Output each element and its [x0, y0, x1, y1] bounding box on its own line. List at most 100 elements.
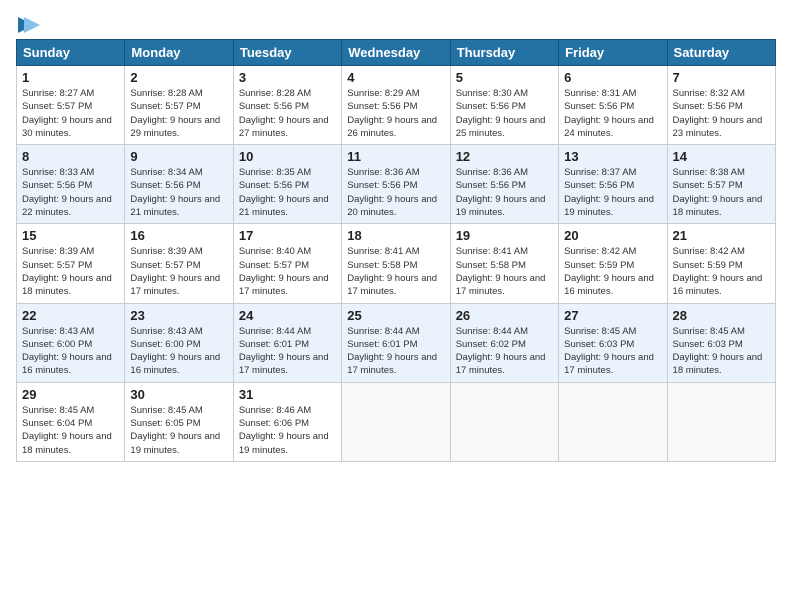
weekday-header-saturday: Saturday [667, 40, 775, 66]
calendar-cell: 1 Sunrise: 8:27 AMSunset: 5:57 PMDaylight… [17, 66, 125, 145]
calendar-cell: 7 Sunrise: 8:32 AMSunset: 5:56 PMDaylight… [667, 66, 775, 145]
header [16, 16, 776, 33]
calendar-cell: 25 Sunrise: 8:44 AMSunset: 6:01 PMDayligh… [342, 303, 450, 382]
day-detail: Sunrise: 8:43 AMSunset: 6:00 PMDaylight:… [130, 326, 220, 377]
calendar-cell: 6Sunrise: 8:31 AMSunset: 5:56 PMDaylight… [559, 66, 667, 145]
calendar-cell [450, 382, 558, 461]
day-detail: Sunrise: 8:35 AMSunset: 5:56 PMDaylight:… [239, 167, 329, 218]
day-detail: Sunrise: 8:33 AMSunset: 5:56 PMDaylight:… [22, 167, 112, 218]
day-number: 7 [673, 70, 770, 85]
calendar-cell: 12 Sunrise: 8:36 AMSunset: 5:56 PMDayligh… [450, 145, 558, 224]
day-number: 30 [130, 387, 227, 402]
calendar-week-row: 8 Sunrise: 8:33 AMSunset: 5:56 PMDaylight… [17, 145, 776, 224]
day-number: 25 [347, 308, 444, 323]
day-detail: Sunrise: 8:42 AMSunset: 5:59 PMDaylight:… [564, 246, 654, 297]
calendar-cell: 31 Sunrise: 8:46 AMSunset: 6:06 PMDayligh… [233, 382, 341, 461]
weekday-header-tuesday: Tuesday [233, 40, 341, 66]
calendar-cell: 23 Sunrise: 8:43 AMSunset: 6:00 PMDayligh… [125, 303, 233, 382]
day-number: 16 [130, 228, 227, 243]
day-detail: Sunrise: 8:44 AMSunset: 6:01 PMDaylight:… [347, 326, 437, 377]
day-number: 1 [22, 70, 119, 85]
calendar-cell: 29 Sunrise: 8:45 AMSunset: 6:04 PMDayligh… [17, 382, 125, 461]
calendar-cell [667, 382, 775, 461]
calendar-cell: 3 Sunrise: 8:28 AMSunset: 5:56 PMDaylight… [233, 66, 341, 145]
weekday-header-row: SundayMondayTuesdayWednesdayThursdayFrid… [17, 40, 776, 66]
day-number: 18 [347, 228, 444, 243]
calendar-week-row: 29 Sunrise: 8:45 AMSunset: 6:04 PMDayligh… [17, 382, 776, 461]
calendar-cell: 18 Sunrise: 8:41 AMSunset: 5:58 PMDayligh… [342, 224, 450, 303]
day-detail: Sunrise: 8:38 AMSunset: 5:57 PMDaylight:… [673, 167, 763, 218]
day-number: 13 [564, 149, 661, 164]
calendar-cell: 4 Sunrise: 8:29 AMSunset: 5:56 PMDaylight… [342, 66, 450, 145]
day-number: 24 [239, 308, 336, 323]
day-number: 21 [673, 228, 770, 243]
day-detail: Sunrise: 8:27 AMSunset: 5:57 PMDaylight:… [22, 88, 112, 139]
weekday-header-monday: Monday [125, 40, 233, 66]
calendar-cell: 10 Sunrise: 8:35 AMSunset: 5:56 PMDayligh… [233, 145, 341, 224]
day-number: 15 [22, 228, 119, 243]
day-number: 3 [239, 70, 336, 85]
day-detail: Sunrise: 8:44 AMSunset: 6:01 PMDaylight:… [239, 326, 329, 377]
day-number: 19 [456, 228, 553, 243]
day-number: 28 [673, 308, 770, 323]
day-detail: Sunrise: 8:29 AMSunset: 5:56 PMDaylight:… [347, 88, 437, 139]
day-detail: Sunrise: 8:41 AMSunset: 5:58 PMDaylight:… [456, 246, 546, 297]
day-number: 23 [130, 308, 227, 323]
calendar-cell: 30 Sunrise: 8:45 AMSunset: 6:05 PMDayligh… [125, 382, 233, 461]
day-detail: Sunrise: 8:41 AMSunset: 5:58 PMDaylight:… [347, 246, 437, 297]
day-detail: Sunrise: 8:45 AMSunset: 6:04 PMDaylight:… [22, 405, 112, 456]
calendar-week-row: 15 Sunrise: 8:39 AMSunset: 5:57 PMDayligh… [17, 224, 776, 303]
day-number: 4 [347, 70, 444, 85]
day-detail: Sunrise: 8:28 AMSunset: 5:57 PMDaylight:… [130, 88, 220, 139]
calendar-cell: 24 Sunrise: 8:44 AMSunset: 6:01 PMDayligh… [233, 303, 341, 382]
day-number: 11 [347, 149, 444, 164]
day-number: 29 [22, 387, 119, 402]
day-detail: Sunrise: 8:32 AMSunset: 5:56 PMDaylight:… [673, 88, 763, 139]
weekday-header-wednesday: Wednesday [342, 40, 450, 66]
calendar-week-row: 22 Sunrise: 8:43 AMSunset: 6:00 PMDayligh… [17, 303, 776, 382]
calendar-cell: 16Sunrise: 8:39 AMSunset: 5:57 PMDayligh… [125, 224, 233, 303]
day-number: 10 [239, 149, 336, 164]
day-detail: Sunrise: 8:36 AMSunset: 5:56 PMDaylight:… [456, 167, 546, 218]
calendar-cell: 19 Sunrise: 8:41 AMSunset: 5:58 PMDayligh… [450, 224, 558, 303]
day-detail: Sunrise: 8:45 AMSunset: 6:03 PMDaylight:… [673, 326, 763, 377]
day-detail: Sunrise: 8:46 AMSunset: 6:06 PMDaylight:… [239, 405, 329, 456]
calendar-cell: 22 Sunrise: 8:43 AMSunset: 6:00 PMDayligh… [17, 303, 125, 382]
day-number: 12 [456, 149, 553, 164]
calendar-cell: 17 Sunrise: 8:40 AMSunset: 5:57 PMDayligh… [233, 224, 341, 303]
day-detail: Sunrise: 8:34 AMSunset: 5:56 PMDaylight:… [130, 167, 220, 218]
calendar-cell: 14 Sunrise: 8:38 AMSunset: 5:57 PMDayligh… [667, 145, 775, 224]
weekday-header-thursday: Thursday [450, 40, 558, 66]
day-number: 6 [564, 70, 661, 85]
calendar-cell: 26Sunrise: 8:44 AMSunset: 6:02 PMDayligh… [450, 303, 558, 382]
day-detail: Sunrise: 8:36 AMSunset: 5:56 PMDaylight:… [347, 167, 437, 218]
logo-icon [18, 17, 40, 33]
day-number: 2 [130, 70, 227, 85]
day-number: 8 [22, 149, 119, 164]
day-detail: Sunrise: 8:45 AMSunset: 6:03 PMDaylight:… [564, 326, 654, 377]
day-detail: Sunrise: 8:39 AMSunset: 5:57 PMDaylight:… [22, 246, 112, 297]
day-detail: Sunrise: 8:43 AMSunset: 6:00 PMDaylight:… [22, 326, 112, 377]
calendar-week-row: 1 Sunrise: 8:27 AMSunset: 5:57 PMDaylight… [17, 66, 776, 145]
day-detail: Sunrise: 8:40 AMSunset: 5:57 PMDaylight:… [239, 246, 329, 297]
day-detail: Sunrise: 8:37 AMSunset: 5:56 PMDaylight:… [564, 167, 654, 218]
day-number: 17 [239, 228, 336, 243]
logo [16, 16, 40, 33]
calendar-cell: 21Sunrise: 8:42 AMSunset: 5:59 PMDayligh… [667, 224, 775, 303]
calendar-cell: 11 Sunrise: 8:36 AMSunset: 5:56 PMDayligh… [342, 145, 450, 224]
calendar-cell [559, 382, 667, 461]
day-number: 14 [673, 149, 770, 164]
day-number: 26 [456, 308, 553, 323]
day-number: 22 [22, 308, 119, 323]
calendar-table: SundayMondayTuesdayWednesdayThursdayFrid… [16, 39, 776, 462]
calendar-cell: 15 Sunrise: 8:39 AMSunset: 5:57 PMDayligh… [17, 224, 125, 303]
page-container: SundayMondayTuesdayWednesdayThursdayFrid… [16, 16, 776, 462]
day-number: 31 [239, 387, 336, 402]
calendar-cell: 8 Sunrise: 8:33 AMSunset: 5:56 PMDaylight… [17, 145, 125, 224]
day-detail: Sunrise: 8:28 AMSunset: 5:56 PMDaylight:… [239, 88, 329, 139]
weekday-header-sunday: Sunday [17, 40, 125, 66]
day-detail: Sunrise: 8:45 AMSunset: 6:05 PMDaylight:… [130, 405, 220, 456]
calendar-cell: 5Sunrise: 8:30 AMSunset: 5:56 PMDaylight… [450, 66, 558, 145]
calendar-cell: 2 Sunrise: 8:28 AMSunset: 5:57 PMDaylight… [125, 66, 233, 145]
calendar-cell: 27Sunrise: 8:45 AMSunset: 6:03 PMDayligh… [559, 303, 667, 382]
